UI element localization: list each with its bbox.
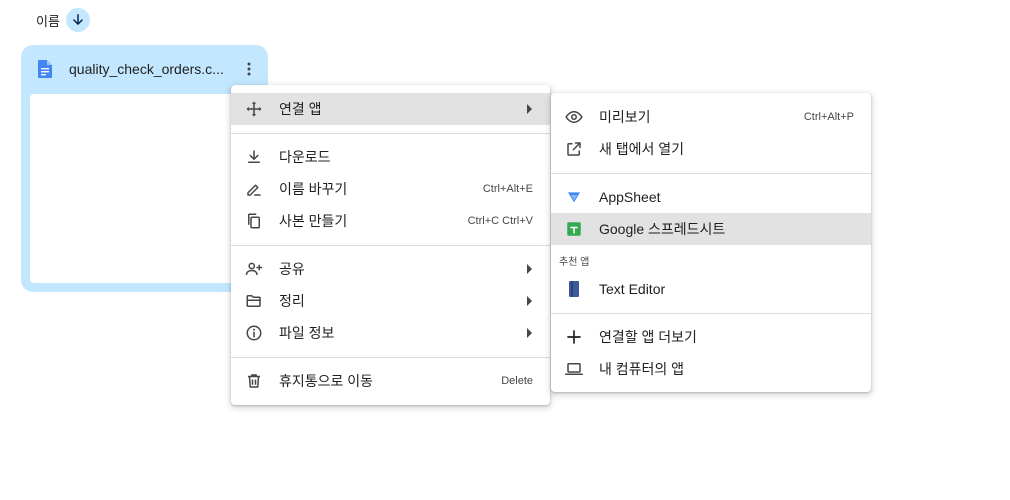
menu-item-copy[interactable]: 사본 만들기 Ctrl+C Ctrl+V: [231, 205, 550, 237]
more-vert-icon[interactable]: [237, 57, 261, 81]
menu-item-label: 내 컴퓨터의 앱: [599, 361, 685, 377]
menu-item-trash[interactable]: 휴지통으로 이동 Delete: [231, 365, 550, 397]
divider: [551, 313, 871, 314]
menu-item-organize[interactable]: 정리: [231, 285, 550, 317]
shortcut-text: Ctrl+C Ctrl+V: [467, 215, 533, 227]
menu-item-label: Text Editor: [599, 281, 666, 297]
shortcut-text: Ctrl+Alt+P: [803, 111, 854, 123]
copy-icon: [245, 212, 263, 230]
menu-item-open-with[interactable]: 연결 앱: [231, 93, 550, 125]
sort-label: 이름: [36, 13, 60, 29]
menu-item-label: 연결 앱: [279, 101, 322, 117]
folder-open-icon: [245, 292, 263, 310]
file-title[interactable]: quality_check_orders.c...: [69, 61, 234, 77]
info-icon: [245, 324, 263, 342]
divider: [231, 133, 550, 134]
divider: [231, 245, 550, 246]
menu-item-label: 연결할 앱 더보기: [599, 329, 697, 345]
menu-item-label: 이름 바꾸기: [279, 181, 348, 197]
text-editor-icon: [565, 280, 583, 298]
menu-item-share[interactable]: 공유: [231, 253, 550, 285]
eye-icon: [565, 108, 583, 126]
chevron-right-icon: [527, 328, 532, 338]
chevron-right-icon: [527, 296, 532, 306]
shortcut-text: Ctrl+Alt+E: [482, 183, 533, 195]
context-menu: 연결 앱 다운로드 이름 바꾸기 Ctrl+Alt+E 사본 만들기 Ctrl+…: [231, 85, 550, 405]
submenu-item-appsheet[interactable]: AppSheet: [551, 181, 871, 213]
open-with-icon: [245, 100, 263, 118]
chevron-right-icon: [527, 104, 532, 114]
laptop-icon: [565, 360, 583, 378]
section-heading-suggested-apps: 추천 앱: [559, 257, 590, 268]
appsheet-icon: [565, 188, 583, 206]
open-with-submenu: 미리보기 Ctrl+Alt+P 새 탭에서 열기 AppSheet Google…: [551, 93, 871, 392]
submenu-item-computer-apps[interactable]: 내 컴퓨터의 앱: [551, 353, 871, 385]
submenu-item-new-tab[interactable]: 새 탭에서 열기: [551, 133, 871, 165]
sort-direction-button[interactable]: [65, 8, 90, 32]
submenu-item-text-editor[interactable]: Text Editor: [551, 273, 871, 305]
open-in-new-icon: [565, 140, 583, 158]
file-preview[interactable]: [30, 94, 259, 283]
menu-item-label: AppSheet: [599, 189, 661, 205]
submenu-item-more-apps[interactable]: 연결할 앱 더보기: [551, 321, 871, 353]
divider: [231, 357, 550, 358]
person-add-icon: [245, 260, 263, 278]
menu-item-file-info[interactable]: 파일 정보: [231, 317, 550, 349]
menu-item-label: 정리: [279, 293, 305, 309]
menu-item-label: 미리보기: [599, 109, 651, 125]
menu-item-rename[interactable]: 이름 바꾸기 Ctrl+Alt+E: [231, 173, 550, 205]
trash-icon: [245, 372, 263, 390]
google-doc-icon: [35, 59, 55, 79]
shortcut-text: Delete: [501, 375, 533, 387]
menu-item-label: 새 탭에서 열기: [599, 141, 685, 157]
divider: [551, 173, 871, 174]
download-icon: [245, 148, 263, 166]
google-sheets-icon: [565, 220, 583, 238]
menu-item-label: 휴지통으로 이동: [279, 373, 374, 389]
chevron-right-icon: [527, 264, 532, 274]
arrow-down-icon: [73, 14, 83, 25]
menu-item-label: 사본 만들기: [279, 213, 348, 229]
sort-header: 이름: [36, 8, 90, 32]
submenu-item-google-sheets[interactable]: Google 스프레드시트: [551, 213, 871, 245]
submenu-item-preview[interactable]: 미리보기 Ctrl+Alt+P: [551, 101, 871, 133]
menu-item-download[interactable]: 다운로드: [231, 141, 550, 173]
menu-item-label: 파일 정보: [279, 325, 335, 341]
plus-icon: [565, 328, 583, 346]
menu-item-label: 공유: [279, 261, 305, 277]
menu-item-label: Google 스프레드시트: [599, 221, 726, 237]
rename-icon: [245, 180, 263, 198]
menu-item-label: 다운로드: [279, 149, 331, 165]
